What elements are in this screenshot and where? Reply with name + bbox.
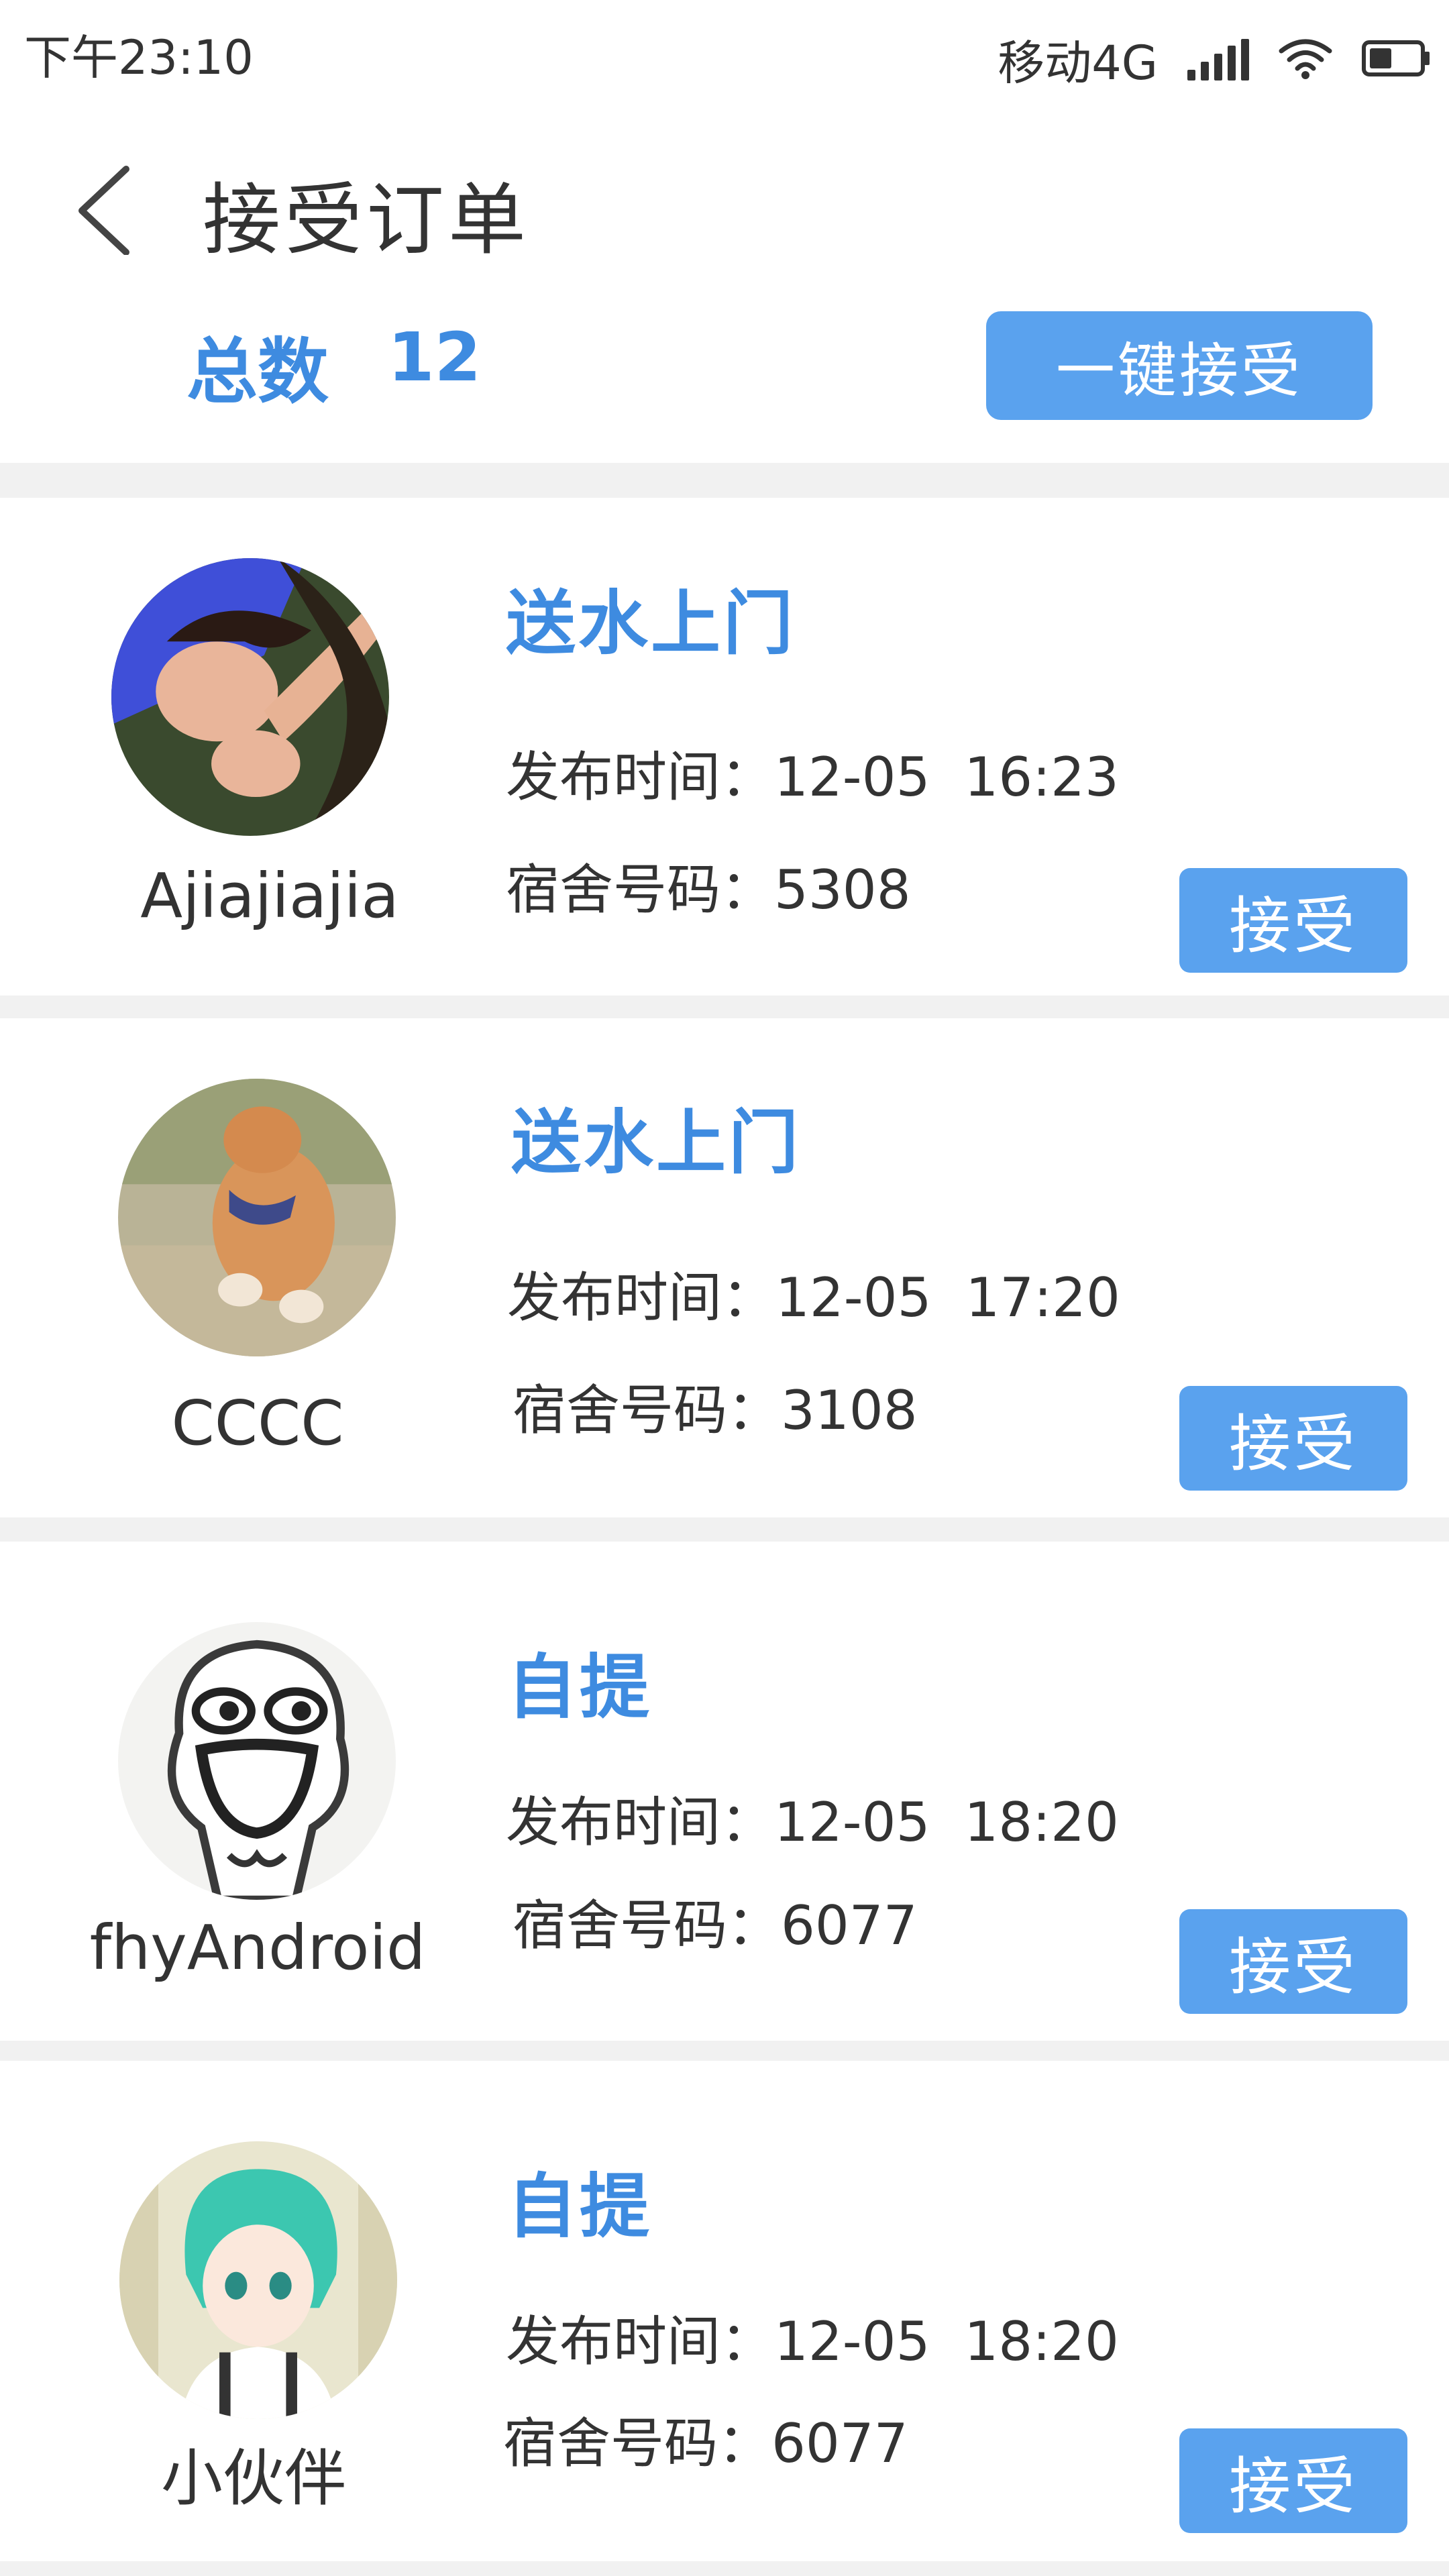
avatar [118,1622,396,1900]
order-type: 自提 [507,2165,653,2247]
publish-date: 12-05 [774,2310,930,2373]
room-label: 宿舍号码： [513,1894,781,1957]
section-divider [0,463,1449,498]
avatar [119,2141,397,2419]
publish-time-label: 发布时间： [506,2310,774,2373]
publish-time-label: 发布时间： [506,1791,774,1854]
signal-icon [1187,38,1249,80]
room-value: 6077 [771,2412,908,2475]
publish-time: 发布时间：12-05 18:20 [506,1779,1119,1857]
publish-date: 12-05 [775,1267,932,1329]
section-divider [0,2561,1449,2576]
publish-time-label: 发布时间： [506,746,774,808]
battery-icon [1362,40,1432,80]
accept-button[interactable]: 接受 [1179,2428,1407,2533]
total-count: 12 [388,318,482,396]
room-number: 宿舍号码：6077 [513,1882,918,1960]
room-value: 5308 [774,859,911,921]
publish-clock: 16:23 [964,746,1119,808]
accept-button[interactable]: 接受 [1179,1386,1407,1491]
room-number: 宿舍号码：3108 [513,1367,918,1445]
room-label: 宿舍号码： [513,1379,781,1442]
order-card: CCCC 送水上门 发布时间：12-05 17:20 宿舍号码：3108 接受 [0,1018,1449,1515]
publish-clock: 17:20 [965,1267,1120,1329]
room-number: 宿舍号码：6077 [503,2400,908,2478]
section-divider [0,2041,1449,2061]
order-card: fhyAndroid 自提 发布时间：12-05 18:20 宿舍号码：6077… [0,1542,1449,2038]
wifi-icon [1279,38,1332,82]
status-bar: 下午23:10 移动4G [0,0,1449,105]
page-title: 接受订单 [203,175,530,266]
publish-time: 发布时间：12-05 16:23 [506,734,1119,812]
room-label: 宿舍号码： [506,859,774,921]
accept-button[interactable]: 接受 [1179,1909,1407,2014]
room-number: 宿舍号码：5308 [506,847,911,924]
publish-time-label: 发布时间： [507,1267,775,1329]
publish-time: 发布时间：12-05 18:20 [506,2298,1119,2376]
room-value: 6077 [781,1894,918,1957]
order-accept-screen: 下午23:10 移动4G 接受订单 总数 12 一键接受 Ajiajiajia … [0,0,1449,2576]
publish-date: 12-05 [774,746,930,808]
room-value: 3108 [781,1379,918,1442]
username: Ajiajiajia [140,860,399,932]
status-icons: 移动4G [998,25,1432,93]
accept-button[interactable]: 接受 [1179,868,1407,973]
room-label: 宿舍号码： [503,2412,771,2475]
chevron-left-icon[interactable] [67,161,141,256]
section-divider [0,1517,1449,1542]
avatar [118,1079,396,1356]
username: CCCC [171,1387,344,1459]
order-card: Ajiajiajia 送水上门 发布时间：12-05 16:23 宿舍号码：53… [0,498,1449,994]
username: 小伙伴 [160,2443,346,2514]
accept-all-button[interactable]: 一键接受 [986,311,1373,420]
order-type: 送水上门 [511,1102,802,1183]
total-label: 总数 [186,331,329,413]
order-type: 送水上门 [506,582,796,664]
publish-date: 12-05 [774,1791,930,1854]
status-time: 下午23:10 [24,30,254,85]
publish-clock: 18:20 [964,1791,1119,1854]
username: fhyAndroid [89,1912,426,1984]
order-type: 自提 [507,1646,653,1728]
order-card: 小伙伴 自提 发布时间：12-05 18:20 宿舍号码：6077 接受 [0,2061,1449,2557]
carrier-label: 移动4G [998,36,1158,91]
publish-clock: 18:20 [964,2310,1119,2373]
section-divider [0,996,1449,1018]
avatar [111,558,389,836]
publish-time: 发布时间：12-05 17:20 [507,1254,1120,1332]
